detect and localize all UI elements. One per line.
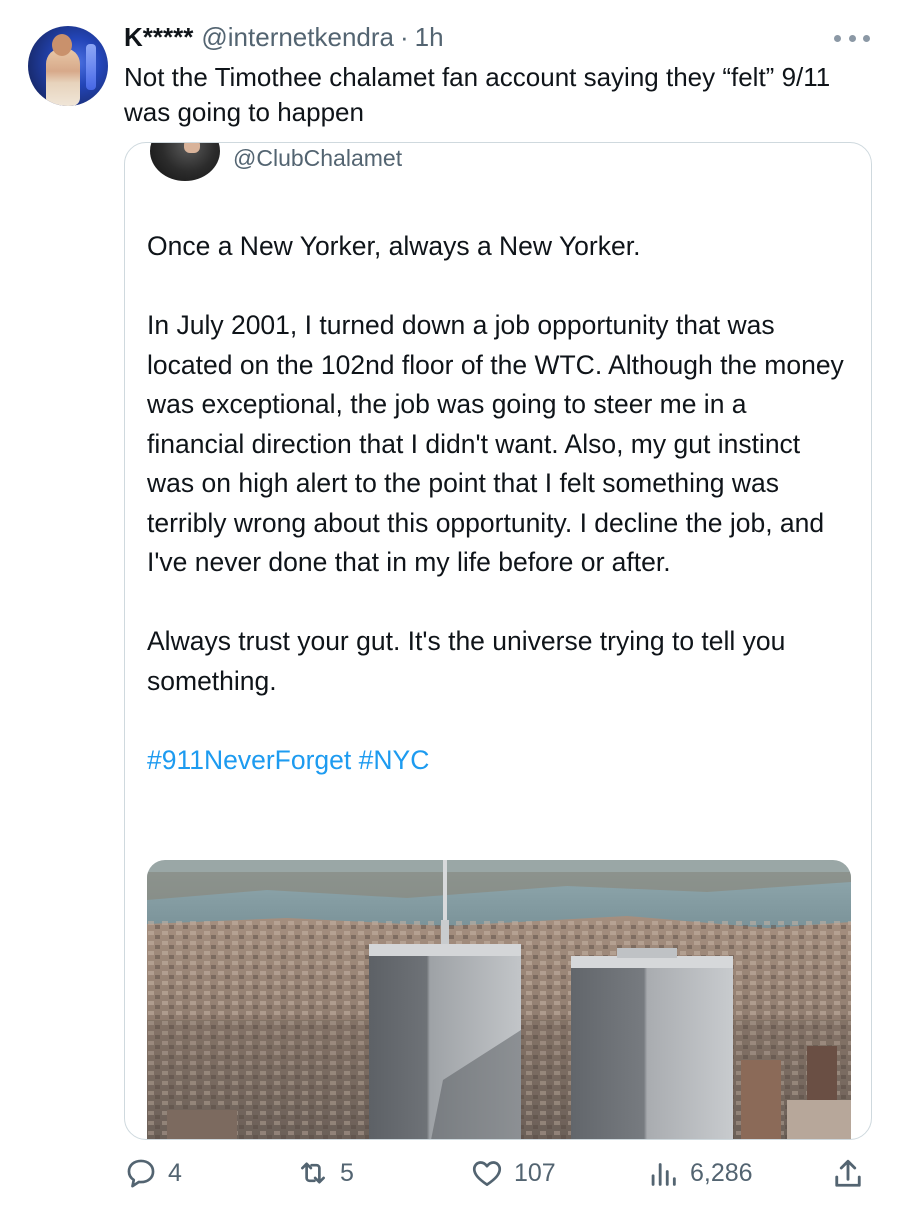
retweet-button[interactable]: 5 bbox=[296, 1156, 354, 1190]
avatar-light bbox=[86, 44, 96, 90]
quoted-paragraph: Once a New Yorker, always a New Yorker. bbox=[147, 231, 641, 261]
quoted-tweet-card[interactable]: @ClubChalamet Once a New Yorker, always … bbox=[124, 142, 872, 1140]
retweet-count: 5 bbox=[340, 1158, 354, 1187]
twin-towers-photo bbox=[147, 860, 851, 1139]
like-button[interactable]: 107 bbox=[470, 1156, 556, 1190]
views-button[interactable]: 6,286 bbox=[646, 1156, 753, 1190]
tweet-header: K***** @internetkendra · 1h bbox=[124, 22, 444, 52]
dot-2 bbox=[848, 34, 856, 42]
timestamp[interactable]: 1h bbox=[415, 22, 444, 53]
quoted-paragraph: Always trust your gut. It's the universe… bbox=[147, 626, 786, 696]
separator: · bbox=[400, 22, 409, 52]
avatar-head bbox=[52, 34, 72, 56]
handle[interactable]: @internetkendra bbox=[201, 22, 394, 53]
dot-3 bbox=[863, 34, 870, 42]
avatar[interactable] bbox=[28, 26, 108, 106]
views-icon bbox=[651, 1163, 676, 1186]
quoted-tweet-body: Once a New Yorker, always a New Yorker. … bbox=[147, 227, 851, 820]
like-icon bbox=[472, 1161, 502, 1186]
retweet-icon bbox=[301, 1162, 325, 1184]
reply-icon bbox=[127, 1159, 155, 1188]
hashtags: #911NeverForget #NYC bbox=[147, 741, 851, 781]
quoted-avatar[interactable] bbox=[150, 143, 220, 181]
share-icon bbox=[835, 1159, 861, 1187]
hashtag-link[interactable]: #NYC bbox=[359, 745, 430, 775]
reply-count: 4 bbox=[168, 1158, 182, 1187]
like-count: 107 bbox=[514, 1158, 556, 1187]
views-count: 6,286 bbox=[690, 1158, 753, 1187]
tweet-text: Not the Timothee chalamet fan account sa… bbox=[124, 62, 831, 127]
action-bar: 4 5 107 6,286 bbox=[0, 1150, 900, 1200]
display-name[interactable]: K***** bbox=[124, 22, 193, 53]
quoted-paragraph: In July 2001, I turned down a job opport… bbox=[147, 310, 844, 577]
reply-button[interactable]: 4 bbox=[124, 1156, 182, 1190]
quoted-handle[interactable]: @ClubChalamet bbox=[233, 145, 402, 172]
media-image[interactable] bbox=[147, 860, 851, 1139]
avatar-figure bbox=[46, 48, 80, 106]
tweet: K***** @internetkendra · 1h Not the Timo… bbox=[0, 0, 900, 1208]
more-icon[interactable] bbox=[834, 28, 870, 48]
hashtag-link[interactable]: #911NeverForget bbox=[147, 745, 351, 775]
dot-1 bbox=[834, 34, 841, 42]
share-button[interactable] bbox=[830, 1156, 866, 1197]
